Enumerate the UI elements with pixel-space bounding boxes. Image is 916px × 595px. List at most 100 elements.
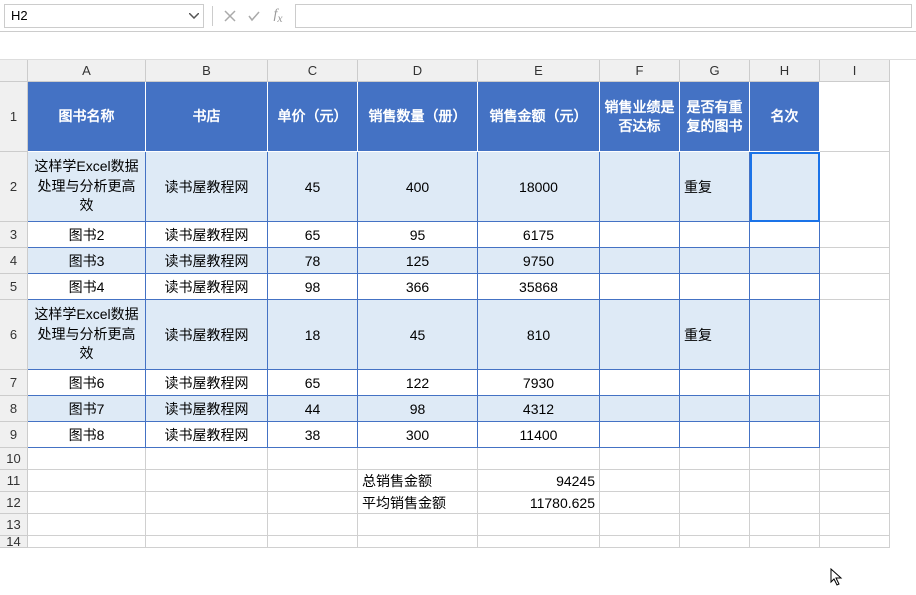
cell-E5[interactable]: 35868 <box>478 274 600 300</box>
cell-A2[interactable]: 这样学Excel数据处理与分析更高效 <box>28 152 146 222</box>
cell-I10[interactable] <box>820 448 890 470</box>
cell-H8[interactable] <box>750 396 820 422</box>
cell-A4[interactable]: 图书3 <box>28 248 146 274</box>
cell-D7[interactable]: 122 <box>358 370 478 396</box>
cell-H14[interactable] <box>750 536 820 548</box>
cell-B2[interactable]: 读书屋教程网 <box>146 152 268 222</box>
cell-B11[interactable] <box>146 470 268 492</box>
cell-D3[interactable]: 95 <box>358 222 478 248</box>
cell-I2[interactable] <box>820 152 890 222</box>
row-header-6[interactable]: 6 <box>0 300 28 370</box>
cell-H13[interactable] <box>750 514 820 536</box>
cell-G13[interactable] <box>680 514 750 536</box>
cell-C14[interactable] <box>268 536 358 548</box>
cell-E14[interactable] <box>478 536 600 548</box>
cell-F5[interactable] <box>600 274 680 300</box>
cell-C7[interactable]: 65 <box>268 370 358 396</box>
cell-H7[interactable] <box>750 370 820 396</box>
cell-I7[interactable] <box>820 370 890 396</box>
cell-F12[interactable] <box>600 492 680 514</box>
cell-F14[interactable] <box>600 536 680 548</box>
cell-G3[interactable] <box>680 222 750 248</box>
cell-A11[interactable] <box>28 470 146 492</box>
formula-bar[interactable] <box>295 4 912 28</box>
cell-I5[interactable] <box>820 274 890 300</box>
col-header-D[interactable]: D <box>358 60 478 82</box>
row-header-3[interactable]: 3 <box>0 222 28 248</box>
cell-C12[interactable] <box>268 492 358 514</box>
cell-F7[interactable] <box>600 370 680 396</box>
cell-I12[interactable] <box>820 492 890 514</box>
col-header-F[interactable]: F <box>600 60 680 82</box>
header-cell-C[interactable]: 单价（元） <box>268 82 358 152</box>
cell-A8[interactable]: 图书7 <box>28 396 146 422</box>
cell-H12[interactable] <box>750 492 820 514</box>
cell-B13[interactable] <box>146 514 268 536</box>
cell-C10[interactable] <box>268 448 358 470</box>
cell-E8[interactable]: 4312 <box>478 396 600 422</box>
col-header-C[interactable]: C <box>268 60 358 82</box>
cell-E7[interactable]: 7930 <box>478 370 600 396</box>
cell-E4[interactable]: 9750 <box>478 248 600 274</box>
cell-D10[interactable] <box>358 448 478 470</box>
row-header-9[interactable]: 9 <box>0 422 28 448</box>
cell-C3[interactable]: 65 <box>268 222 358 248</box>
cell-G10[interactable] <box>680 448 750 470</box>
cell-H4[interactable] <box>750 248 820 274</box>
row-header-13[interactable]: 13 <box>0 514 28 536</box>
cell-I4[interactable] <box>820 248 890 274</box>
cell-E11[interactable]: 94245 <box>478 470 600 492</box>
row-header-14[interactable]: 14 <box>0 536 28 548</box>
row-header-5[interactable]: 5 <box>0 274 28 300</box>
cell-F13[interactable] <box>600 514 680 536</box>
cell-E3[interactable]: 6175 <box>478 222 600 248</box>
cell-C13[interactable] <box>268 514 358 536</box>
cell-H3[interactable] <box>750 222 820 248</box>
cell-G7[interactable] <box>680 370 750 396</box>
cell-F10[interactable] <box>600 448 680 470</box>
row-header-1[interactable]: 1 <box>0 82 28 152</box>
fx-button[interactable]: fx <box>269 7 287 25</box>
cell-D8[interactable]: 98 <box>358 396 478 422</box>
cell-A14[interactable] <box>28 536 146 548</box>
cell-H5[interactable] <box>750 274 820 300</box>
cell-I3[interactable] <box>820 222 890 248</box>
cell-A10[interactable] <box>28 448 146 470</box>
cell-A7[interactable]: 图书6 <box>28 370 146 396</box>
cell-I11[interactable] <box>820 470 890 492</box>
cell-D12[interactable]: 平均销售金额 <box>358 492 478 514</box>
cell-A5[interactable]: 图书4 <box>28 274 146 300</box>
row-header-7[interactable]: 7 <box>0 370 28 396</box>
cell-B4[interactable]: 读书屋教程网 <box>146 248 268 274</box>
header-cell-A[interactable]: 图书名称 <box>28 82 146 152</box>
cell-I9[interactable] <box>820 422 890 448</box>
cell-E10[interactable] <box>478 448 600 470</box>
row-header-12[interactable]: 12 <box>0 492 28 514</box>
cell-H6[interactable] <box>750 300 820 370</box>
cell-I6[interactable] <box>820 300 890 370</box>
cell-G4[interactable] <box>680 248 750 274</box>
cell-H11[interactable] <box>750 470 820 492</box>
cell-G12[interactable] <box>680 492 750 514</box>
row-header-2[interactable]: 2 <box>0 152 28 222</box>
cell-E13[interactable] <box>478 514 600 536</box>
cell-C8[interactable]: 44 <box>268 396 358 422</box>
cancel-button[interactable] <box>221 7 239 25</box>
cell-A13[interactable] <box>28 514 146 536</box>
cell-E12[interactable]: 11780.625 <box>478 492 600 514</box>
header-cell-D[interactable]: 销售数量（册） <box>358 82 478 152</box>
header-cell-G[interactable]: 是否有重复的图书 <box>680 82 750 152</box>
row-header-10[interactable]: 10 <box>0 448 28 470</box>
confirm-button[interactable] <box>245 7 263 25</box>
cell-D11[interactable]: 总销售金额 <box>358 470 478 492</box>
row-header-11[interactable]: 11 <box>0 470 28 492</box>
cell-C11[interactable] <box>268 470 358 492</box>
cell-F6[interactable] <box>600 300 680 370</box>
cell-H9[interactable] <box>750 422 820 448</box>
cell-D2[interactable]: 400 <box>358 152 478 222</box>
cell-D4[interactable]: 125 <box>358 248 478 274</box>
cell-A6[interactable]: 这样学Excel数据处理与分析更高效 <box>28 300 146 370</box>
cell-H10[interactable] <box>750 448 820 470</box>
header-cell-B[interactable]: 书店 <box>146 82 268 152</box>
cell-G6[interactable]: 重复 <box>680 300 750 370</box>
